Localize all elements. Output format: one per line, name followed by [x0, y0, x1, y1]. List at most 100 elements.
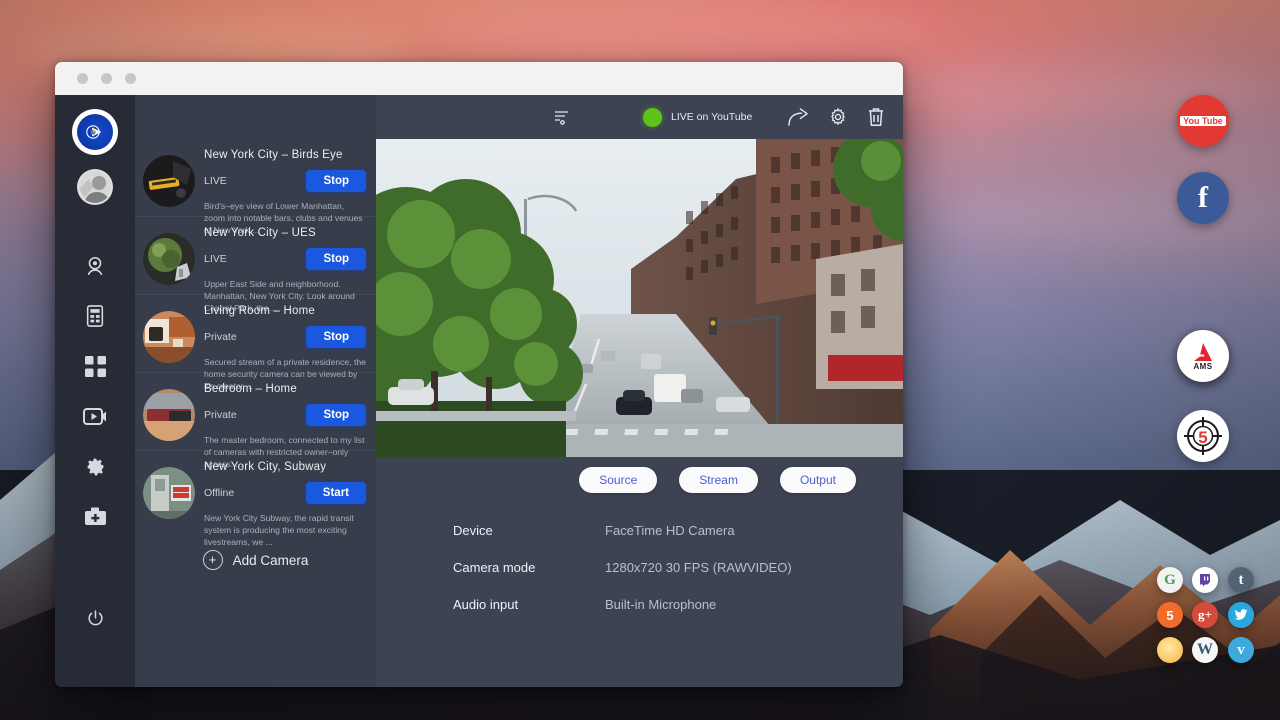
desktop-icon-vimeo[interactable]: v	[1228, 637, 1254, 663]
minimize-window-button[interactable]	[101, 73, 112, 84]
gaug-glyph: G	[1164, 572, 1176, 589]
sidebar-item-settings[interactable]	[55, 441, 135, 491]
camera-thumbnail-ues	[143, 233, 195, 285]
desktop-icon-tumblr[interactable]: t	[1228, 567, 1254, 593]
camera-status: LIVE	[204, 253, 227, 265]
maximize-window-button[interactable]	[125, 73, 136, 84]
plus-circle-icon: +	[203, 550, 223, 570]
desktop-icon-gaug[interactable]: G	[1157, 567, 1183, 593]
camera-list-item[interactable]: New York City – UES LIVE Stop Upper East…	[135, 217, 376, 295]
sidebar-item-playlist[interactable]	[55, 291, 135, 341]
add-camera-icon	[84, 506, 107, 526]
camera-list-item[interactable]: New York City, Subway Offline Start New …	[135, 451, 376, 529]
window-titlebar[interactable]	[55, 62, 903, 95]
svg-text:5: 5	[1198, 428, 1207, 447]
detail-row-camera-mode: Camera mode 1280x720 30 FPS (RAWVIDEO)	[453, 560, 903, 575]
detail-value[interactable]: FaceTime HD Camera	[605, 523, 735, 538]
video-frame-image	[376, 139, 903, 457]
detail-key: Device	[453, 523, 605, 538]
twitch-icon	[1198, 573, 1212, 587]
sidebar-item-user-avatar[interactable]	[79, 171, 111, 203]
play-logo-icon	[77, 114, 113, 150]
tab-source[interactable]: Source	[579, 467, 657, 493]
camera-title: New York City – UES	[204, 227, 366, 239]
wordpress-glyph: W	[1197, 641, 1213, 659]
gear-glyph	[828, 107, 848, 127]
camera-action-button[interactable]: Start	[306, 482, 366, 504]
gear-icon	[85, 456, 106, 477]
camera-title: Living Room – Home	[204, 305, 366, 317]
camera-status: Private	[204, 409, 237, 421]
tab-stream[interactable]: Stream	[679, 467, 758, 493]
desktop-icon-youtube[interactable]: You Tube	[1177, 95, 1229, 147]
thumb-bedroom-image	[143, 389, 195, 441]
desktop-icon-google-plus-small[interactable]: g+	[1192, 602, 1218, 628]
camera-thumbnail-birds-eye	[143, 155, 195, 207]
source-details: Device FaceTime HD Camera Camera mode 12…	[376, 493, 903, 634]
vimeo-glyph: v	[1237, 642, 1245, 659]
power-icon	[86, 609, 105, 628]
desktop-icon-flash[interactable]	[1157, 637, 1183, 663]
desktop-icon-wordpress[interactable]: W	[1192, 637, 1218, 663]
ams-label: AMS	[1194, 362, 1213, 371]
detail-value[interactable]: 1280x720 30 FPS (RAWVIDEO)	[605, 560, 792, 575]
camera-info: Living Room – Home Private Stop Secured …	[204, 303, 366, 364]
share-arrow-glyph	[788, 108, 809, 127]
sidebar	[55, 95, 135, 687]
camera-status-row: Private Stop	[204, 404, 366, 426]
desktop-icon-adobe-media-server[interactable]: AMS	[1177, 330, 1229, 382]
settings-tabs: Source Stream Output	[376, 457, 903, 493]
camera-action-button[interactable]: Stop	[306, 248, 366, 270]
red5pro-glyph: 5	[1166, 608, 1173, 623]
camera-action-button[interactable]: Stop	[306, 404, 366, 426]
thumb-living-room-image	[143, 311, 195, 363]
desktop-icon-facebook[interactable]: f	[1177, 172, 1229, 224]
camera-info: New York City, Subway Offline Start New …	[204, 459, 366, 521]
facebook-f-glyph: f	[1198, 181, 1208, 215]
sort-filter-icon[interactable]	[554, 109, 571, 126]
sidebar-item-power[interactable]	[55, 593, 135, 643]
sidebar-item-add-camera[interactable]	[55, 491, 135, 541]
detail-row-device: Device FaceTime HD Camera	[453, 523, 903, 538]
toolbar-actions	[788, 107, 885, 127]
close-window-button[interactable]	[77, 73, 88, 84]
camera-title: New York City, Subway	[204, 461, 366, 473]
sort-filter-glyph	[554, 109, 571, 126]
detail-value[interactable]: Built-in Microphone	[605, 597, 716, 612]
main-toolbar: LIVE on YouTube	[376, 95, 903, 139]
camera-status: LIVE	[204, 175, 227, 187]
camera-thumbnail-living-room	[143, 311, 195, 363]
camera-action-button[interactable]: Stop	[306, 170, 366, 192]
window-body: New York City – Birds Eye LIVE Stop Bird…	[55, 95, 903, 687]
thumb-ues-image	[143, 233, 195, 285]
sidebar-item-app-logo[interactable]	[74, 111, 116, 153]
desktop-icon-twitch[interactable]	[1192, 567, 1218, 593]
camera-status-row: Private Stop	[204, 326, 366, 348]
camera-status: Private	[204, 331, 237, 343]
tab-output[interactable]: Output	[780, 467, 856, 493]
share-icon[interactable]	[788, 108, 809, 127]
live-indicator-dot	[643, 108, 662, 127]
camera-title: New York City – Birds Eye	[204, 149, 366, 161]
desktop-icon-twitter-small[interactable]	[1228, 602, 1254, 628]
thumb-birds-eye-image	[143, 155, 195, 207]
add-camera-label: Add Camera	[233, 553, 309, 568]
sidebar-item-video[interactable]	[55, 391, 135, 441]
sidebar-item-webcam[interactable]	[55, 241, 135, 291]
desktop-icon-red5pro[interactable]: 5	[1157, 602, 1183, 628]
camera-action-button[interactable]: Stop	[306, 326, 366, 348]
camera-list-item[interactable]: Bedroom – Home Private Stop The master b…	[135, 373, 376, 451]
settings-icon[interactable]	[828, 107, 848, 127]
camera-list-item[interactable]: Living Room – Home Private Stop Secured …	[135, 295, 376, 373]
app-window: New York City – Birds Eye LIVE Stop Bird…	[55, 62, 903, 687]
live-status: LIVE on YouTube	[643, 108, 752, 127]
grid-icon	[85, 356, 106, 377]
trash-icon[interactable]	[867, 107, 885, 127]
camera-list-item[interactable]: New York City – Birds Eye LIVE Stop Bird…	[135, 139, 376, 217]
camera-status-row: LIVE Stop	[204, 170, 366, 192]
live-status-label: LIVE on YouTube	[671, 111, 752, 123]
video-preview[interactable]	[376, 139, 903, 457]
desktop-icon-red5[interactable]: 5	[1177, 410, 1229, 462]
camera-status: Offline	[204, 487, 234, 499]
sidebar-item-grid[interactable]	[55, 341, 135, 391]
